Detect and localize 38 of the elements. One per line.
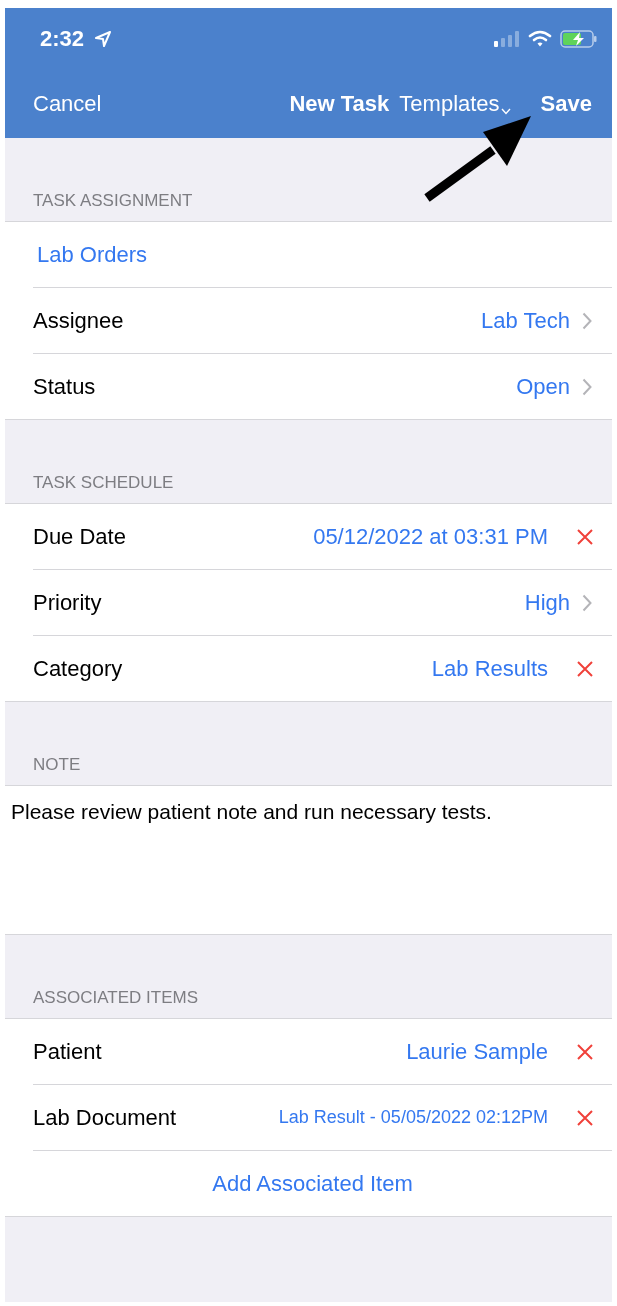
chevron-icon xyxy=(582,593,592,612)
templates-dropdown[interactable]: Templates xyxy=(399,91,511,117)
save-button[interactable]: Save xyxy=(540,91,592,117)
caret-icon xyxy=(500,108,511,115)
field-label: Due Date xyxy=(33,523,126,550)
field-label: Priority xyxy=(33,589,102,616)
clear-icon[interactable] xyxy=(576,1042,594,1061)
signal-icon xyxy=(494,31,520,47)
field-value[interactable]: High xyxy=(524,589,570,616)
clear-icon[interactable] xyxy=(576,527,594,546)
cancel-button[interactable]: Cancel xyxy=(33,91,102,117)
field-value[interactable]: Laurie Sample xyxy=(406,1038,548,1065)
chevron-icon xyxy=(582,311,592,330)
field-value[interactable]: Open xyxy=(516,373,570,400)
chevron-icon xyxy=(582,377,592,396)
section-header: NOTE xyxy=(33,755,81,775)
field-label: Lab Document xyxy=(33,1104,177,1131)
screen-title: New Task xyxy=(289,91,390,117)
field-value[interactable]: Lab Tech xyxy=(481,307,570,334)
field-value[interactable]: 05/12/2022 at 03:31 PM xyxy=(313,523,548,550)
wifi-icon xyxy=(528,30,552,48)
status-time: 2:32 xyxy=(40,26,85,52)
clear-icon[interactable] xyxy=(576,659,594,678)
field-label: Assignee xyxy=(33,307,124,334)
field-label: Category xyxy=(33,655,123,682)
field-label: Status xyxy=(33,373,96,400)
field-label: Patient xyxy=(33,1038,102,1065)
note-text[interactable]: Please review patient note and run necessary tests. xyxy=(11,800,492,823)
field-value[interactable]: Lab Result - 05/05/2022 02:12PM xyxy=(278,1107,548,1128)
section-header: TASK SCHEDULE xyxy=(33,473,174,493)
template-link[interactable]: Lab Orders xyxy=(37,241,148,268)
section-header: TASK ASSIGNMENT xyxy=(33,191,193,211)
add-item-button[interactable]: Add Associated Item xyxy=(212,1170,413,1197)
battery-charging-icon xyxy=(560,30,598,48)
location-arrow-icon xyxy=(94,30,113,48)
field-value[interactable]: Lab Results xyxy=(431,655,548,682)
clear-icon[interactable] xyxy=(576,1108,594,1127)
section-header: ASSOCIATED ITEMS xyxy=(33,988,198,1008)
